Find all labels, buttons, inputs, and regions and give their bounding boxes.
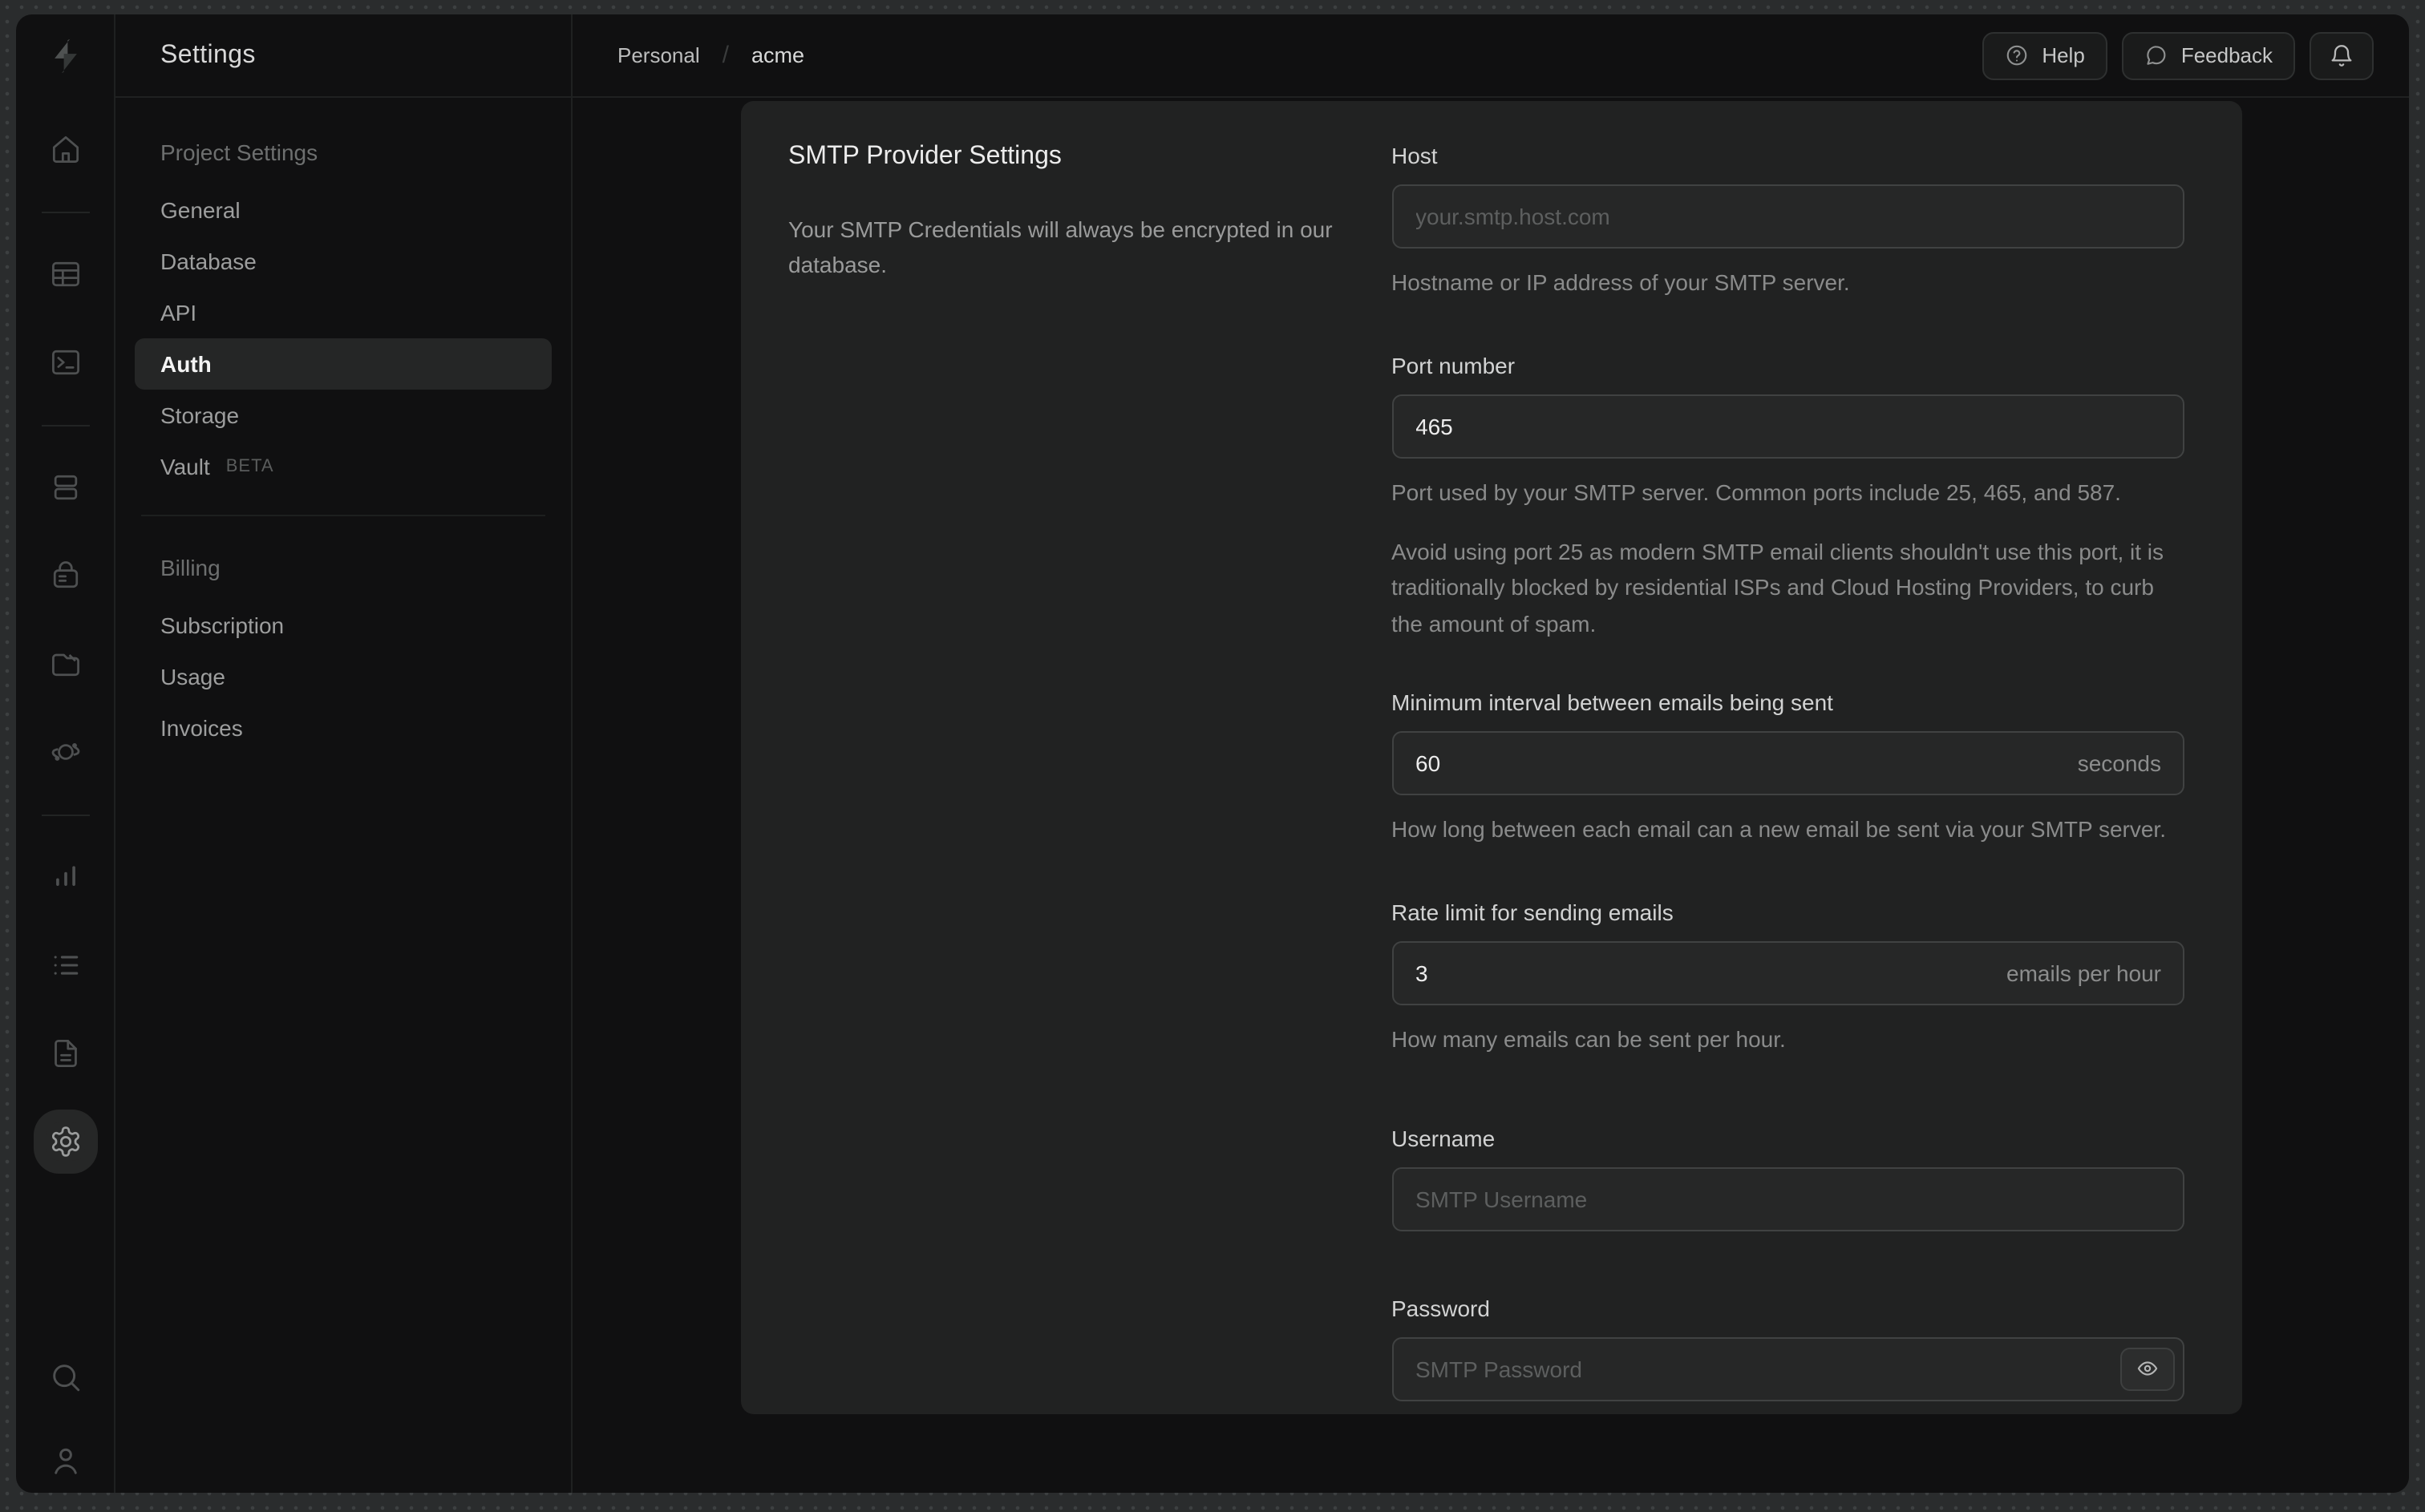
- sidebar-item-invoices[interactable]: Invoices: [135, 702, 552, 754]
- host-helper-text: Hostname or IP address of your SMTP serv…: [1391, 269, 1850, 295]
- reveal-password-button[interactable]: [2119, 1347, 2174, 1391]
- rate-limit-helper-text: How many emails can be sent per hour.: [1391, 1026, 1786, 1053]
- port-helper-text-2: Avoid using port 25 as modern SMTP email…: [1391, 538, 2164, 637]
- sql-editor-icon[interactable]: [46, 343, 84, 382]
- help-circle-icon: [2007, 45, 2027, 66]
- sidebar-item-api[interactable]: API: [135, 287, 552, 338]
- smtp-form: Host Hostname or IP address of your SMTP…: [1391, 143, 2184, 1401]
- interval-label: Minimum interval between emails being se…: [1391, 689, 1833, 715]
- password-input[interactable]: [1391, 1336, 2184, 1401]
- password-field-group: Password: [1391, 1295, 2184, 1401]
- notifications-button[interactable]: [2310, 31, 2374, 79]
- project-settings-icon[interactable]: [46, 1122, 84, 1161]
- breadcrumb-project[interactable]: acme: [751, 43, 804, 67]
- sidebar-item-general[interactable]: General: [135, 184, 552, 236]
- host-input[interactable]: [1391, 184, 2184, 249]
- sidebar-item-auth[interactable]: Auth: [135, 338, 552, 390]
- interval-helper-text: How long between each email can a new em…: [1391, 815, 2166, 842]
- interval-field-group: Minimum interval between emails being se…: [1391, 689, 2184, 847]
- sidebar-header: Settings: [115, 14, 571, 98]
- reports-icon[interactable]: [46, 858, 84, 896]
- breadcrumb-separator: /: [722, 42, 729, 69]
- smtp-settings-card: SMTP Provider Settings Your SMTP Credent…: [740, 101, 2241, 1414]
- table-editor-icon[interactable]: [46, 255, 84, 293]
- sidebar-divider: [141, 515, 545, 516]
- feedback-button[interactable]: Feedback: [2121, 31, 2295, 79]
- eye-icon: [2136, 1361, 2157, 1377]
- username-input[interactable]: [1391, 1166, 2184, 1231]
- sidebar-item-database[interactable]: Database: [135, 236, 552, 287]
- speech-bubble-icon: [2147, 46, 2166, 65]
- content-scroll-area[interactable]: SMTP Provider Settings Your SMTP Credent…: [573, 98, 2409, 1493]
- supabase-logo-icon[interactable]: [44, 35, 86, 77]
- bell-icon: [2331, 44, 2352, 66]
- port-input[interactable]: [1391, 394, 2184, 459]
- password-label: Password: [1391, 1295, 1490, 1321]
- rail-divider: [41, 815, 89, 816]
- smtp-section-description: Your SMTP Credentials will always be enc…: [788, 216, 1333, 278]
- breadcrumb-org[interactable]: Personal: [617, 43, 700, 67]
- smtp-section-title: SMTP Provider Settings: [788, 143, 1062, 170]
- settings-sidebar: Settings Project Settings General Databa…: [115, 14, 573, 1493]
- username-label: Username: [1391, 1125, 1496, 1151]
- username-field-group: Username: [1391, 1125, 2184, 1231]
- main-area: Personal / acme Help Feedback SMTP Provi…: [573, 14, 2409, 1493]
- home-icon[interactable]: [46, 130, 84, 168]
- topbar: Personal / acme Help Feedback: [573, 14, 2409, 98]
- rate-limit-input[interactable]: [1391, 941, 2184, 1006]
- account-icon[interactable]: [46, 1441, 84, 1480]
- interval-input[interactable]: [1391, 730, 2184, 795]
- logs-icon[interactable]: [46, 946, 84, 984]
- topbar-actions: Help Feedback: [1982, 31, 2374, 79]
- port-helper-text-1: Port used by your SMTP server. Common po…: [1391, 479, 2121, 506]
- authentication-icon[interactable]: [46, 556, 84, 595]
- search-icon[interactable]: [46, 1358, 84, 1397]
- sidebar-item-subscription[interactable]: Subscription: [135, 600, 552, 651]
- sidebar-item-vault[interactable]: Vault BETA: [135, 441, 552, 492]
- database-icon[interactable]: [46, 468, 84, 507]
- rate-limit-field-group: Rate limit for sending emails emails per…: [1391, 900, 2184, 1058]
- host-field-group: Host Hostname or IP address of your SMTP…: [1391, 143, 2184, 301]
- port-field-group: Port number Port used by your SMTP serve…: [1391, 354, 2184, 641]
- icon-rail: [16, 14, 115, 1493]
- page-title: Settings: [160, 41, 256, 68]
- desktop: Settings Project Settings General Databa…: [0, 0, 2425, 1512]
- host-label: Host: [1391, 143, 1438, 168]
- sidebar-item-usage[interactable]: Usage: [135, 651, 552, 702]
- beta-badge: BETA: [225, 457, 274, 476]
- smtp-card-intro: SMTP Provider Settings Your SMTP Credent…: [788, 143, 1343, 1401]
- sidebar-nav: Project Settings General Database API Au…: [115, 98, 571, 754]
- rate-limit-label: Rate limit for sending emails: [1391, 900, 1674, 926]
- section-header-project-settings: Project Settings: [160, 139, 318, 165]
- port-label: Port number: [1391, 353, 1516, 379]
- edge-functions-icon[interactable]: [46, 733, 84, 771]
- rail-divider: [41, 212, 89, 213]
- app-window: Settings Project Settings General Databa…: [16, 14, 2409, 1493]
- help-button[interactable]: Help: [1982, 31, 2107, 79]
- rail-divider: [41, 425, 89, 427]
- sidebar-item-storage[interactable]: Storage: [135, 390, 552, 441]
- section-header-billing: Billing: [160, 555, 221, 580]
- storage-icon[interactable]: [46, 645, 84, 683]
- api-docs-icon[interactable]: [46, 1034, 84, 1073]
